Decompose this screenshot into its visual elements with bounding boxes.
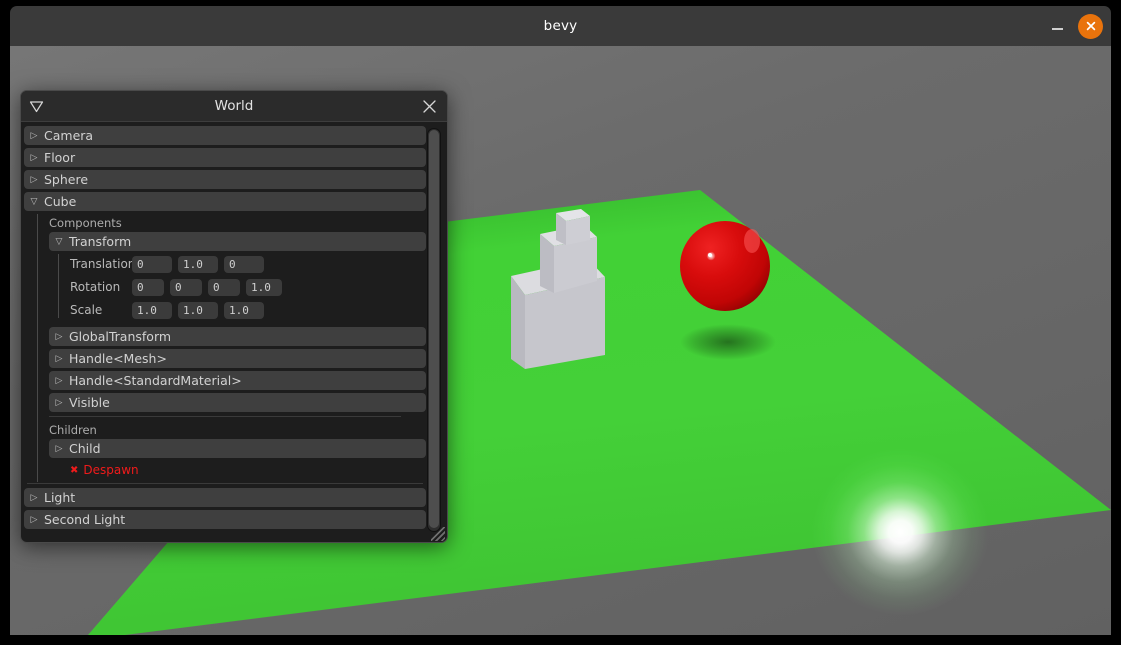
component-row-label: Visible xyxy=(69,395,110,410)
rotation-w-input[interactable]: 1.0 xyxy=(246,278,282,296)
minimize-button[interactable] xyxy=(1046,15,1068,37)
translation-y-input[interactable]: 1.0 xyxy=(178,255,218,273)
transform-fields: Translation 0 1.0 0 Rotation 0 0 0 1.0 S… xyxy=(70,254,426,320)
expand-arrow-icon: ▷ xyxy=(55,397,63,408)
app-root: bevy World ▷ Camera ▷ Floor ▷ Sphere ▽ C… xyxy=(0,0,1121,645)
world-inspector-panel[interactable]: World ▷ Camera ▷ Floor ▷ Sphere ▽ Cube C… xyxy=(20,90,448,543)
cube-small xyxy=(556,209,590,245)
expand-arrow-icon: ▷ xyxy=(55,375,63,386)
component-row-globaltransform[interactable]: ▷ GlobalTransform xyxy=(49,327,426,346)
tree-row-sphere[interactable]: ▷ Sphere xyxy=(24,170,426,189)
expand-arrow-icon: ▷ xyxy=(30,152,38,163)
minimize-icon xyxy=(1051,28,1063,30)
child-row-label: Child xyxy=(69,441,101,456)
panel-close-button[interactable] xyxy=(420,97,439,116)
window-title: bevy xyxy=(543,18,578,34)
section-divider xyxy=(49,416,401,417)
components-label: Components xyxy=(49,216,122,230)
panel-header[interactable]: World xyxy=(21,91,447,122)
scale-z-input[interactable]: 1.0 xyxy=(224,301,264,319)
component-row-transform[interactable]: ▽ Transform xyxy=(49,232,426,251)
close-x-icon xyxy=(423,100,436,113)
expand-arrow-icon: ▷ xyxy=(55,331,63,342)
expand-arrow-icon: ▷ xyxy=(55,353,63,364)
translation-x-input[interactable]: 0 xyxy=(132,255,172,273)
expand-arrow-icon: ▷ xyxy=(30,514,38,525)
children-label: Children xyxy=(49,423,97,437)
component-row-handle-standardmaterial[interactable]: ▷ Handle<StandardMaterial> xyxy=(49,371,426,390)
tree-row-light[interactable]: ▷ Light xyxy=(24,488,426,507)
tree-row-label: Sphere xyxy=(44,172,89,187)
panel-body: ▷ Camera ▷ Floor ▷ Sphere ▽ Cube Compone… xyxy=(21,122,447,542)
despawn-x-icon: ✖ xyxy=(70,464,79,476)
panel-scrollbar[interactable] xyxy=(427,128,441,532)
component-row-label: Handle<Mesh> xyxy=(69,351,167,366)
panel-resize-grip[interactable] xyxy=(431,527,445,541)
collapse-arrow-icon: ▽ xyxy=(55,236,63,247)
panel-scrollbar-thumb[interactable] xyxy=(429,130,439,528)
component-row-label: Handle<StandardMaterial> xyxy=(69,373,242,388)
triangle-down-icon xyxy=(29,100,43,112)
rotation-y-input[interactable]: 0 xyxy=(170,278,202,296)
field-label: Scale xyxy=(70,303,103,317)
despawn-button[interactable]: ✖ Despawn xyxy=(24,461,426,479)
expand-arrow-icon: ▷ xyxy=(30,130,38,141)
expand-arrow-icon: ▷ xyxy=(30,174,38,185)
entity-tree: ▷ Camera ▷ Floor ▷ Sphere ▽ Cube Compone… xyxy=(21,126,429,542)
scale-y-input[interactable]: 1.0 xyxy=(178,301,218,319)
rotation-x-input[interactable]: 0 xyxy=(132,278,164,296)
indent-guide xyxy=(58,254,59,318)
transform-field-rotation: Rotation 0 0 0 1.0 xyxy=(70,277,426,297)
tree-row-label: Cube xyxy=(44,194,77,209)
tree-row-label: Camera xyxy=(44,128,94,143)
sphere-shadow xyxy=(680,324,776,360)
component-row-handle-mesh[interactable]: ▷ Handle<Mesh> xyxy=(49,349,426,368)
tree-row-camera[interactable]: ▷ Camera xyxy=(24,126,426,145)
panel-collapse-toggle[interactable] xyxy=(21,100,51,113)
tree-row-floor[interactable]: ▷ Floor xyxy=(24,148,426,167)
tree-row-label: Floor xyxy=(44,150,76,165)
component-row-label: Transform xyxy=(69,234,132,249)
transform-field-translation: Translation 0 1.0 0 xyxy=(70,254,426,274)
sphere-red xyxy=(680,221,770,311)
tree-row-cube[interactable]: ▽ Cube xyxy=(24,192,426,211)
tree-row-label: Light xyxy=(44,490,76,505)
despawn-label: Despawn xyxy=(83,463,139,477)
section-divider xyxy=(27,483,423,484)
tree-row-second-light[interactable]: ▷ Second Light xyxy=(24,510,426,529)
child-row-child[interactable]: ▷ Child xyxy=(49,439,426,458)
panel-title: World xyxy=(214,98,254,114)
window-controls xyxy=(1046,6,1103,46)
collapse-arrow-icon: ▽ xyxy=(30,196,38,207)
tree-row-label: Second Light xyxy=(44,512,126,527)
component-row-label: GlobalTransform xyxy=(69,329,172,344)
close-icon xyxy=(1086,21,1095,31)
rotation-z-input[interactable]: 0 xyxy=(208,278,240,296)
expand-arrow-icon: ▷ xyxy=(30,492,38,503)
field-label: Rotation xyxy=(70,280,121,294)
transform-field-scale: Scale 1.0 1.0 1.0 xyxy=(70,300,426,320)
component-row-visible[interactable]: ▷ Visible xyxy=(49,393,426,412)
translation-z-input[interactable]: 0 xyxy=(224,255,264,273)
field-label: Translation xyxy=(70,257,136,271)
window-titlebar[interactable]: bevy xyxy=(10,6,1111,46)
scale-x-input[interactable]: 1.0 xyxy=(132,301,172,319)
close-button[interactable] xyxy=(1078,13,1103,39)
expand-arrow-icon: ▷ xyxy=(55,443,63,454)
